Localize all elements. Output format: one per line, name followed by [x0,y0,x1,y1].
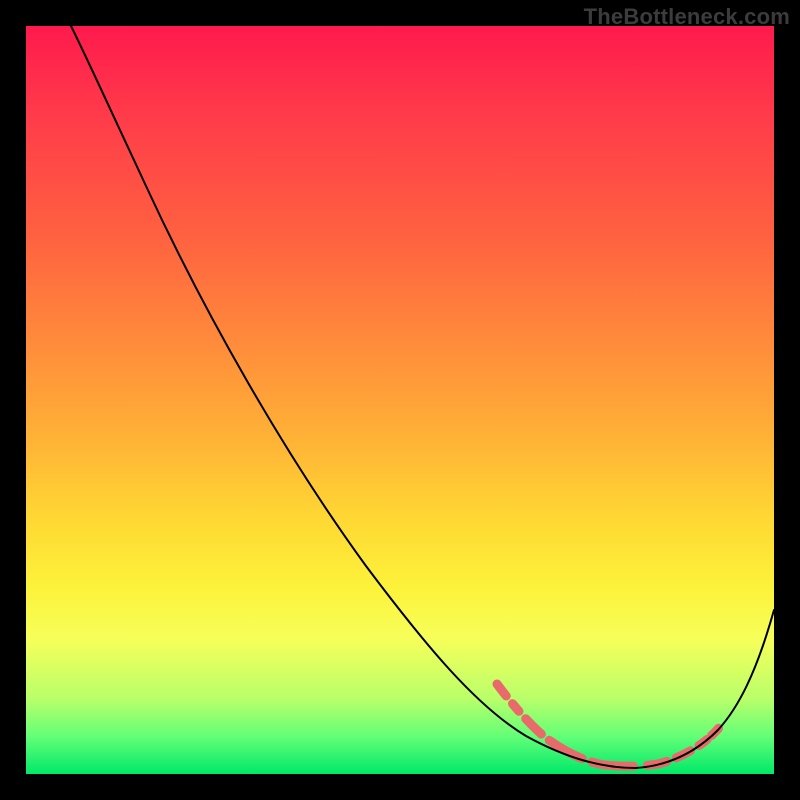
chart-container: TheBottleneck.com [0,0,800,800]
optimal-range-highlight [497,684,726,766]
bottleneck-curve [71,26,774,768]
plot-area [26,26,774,774]
curve-svg [26,26,774,774]
